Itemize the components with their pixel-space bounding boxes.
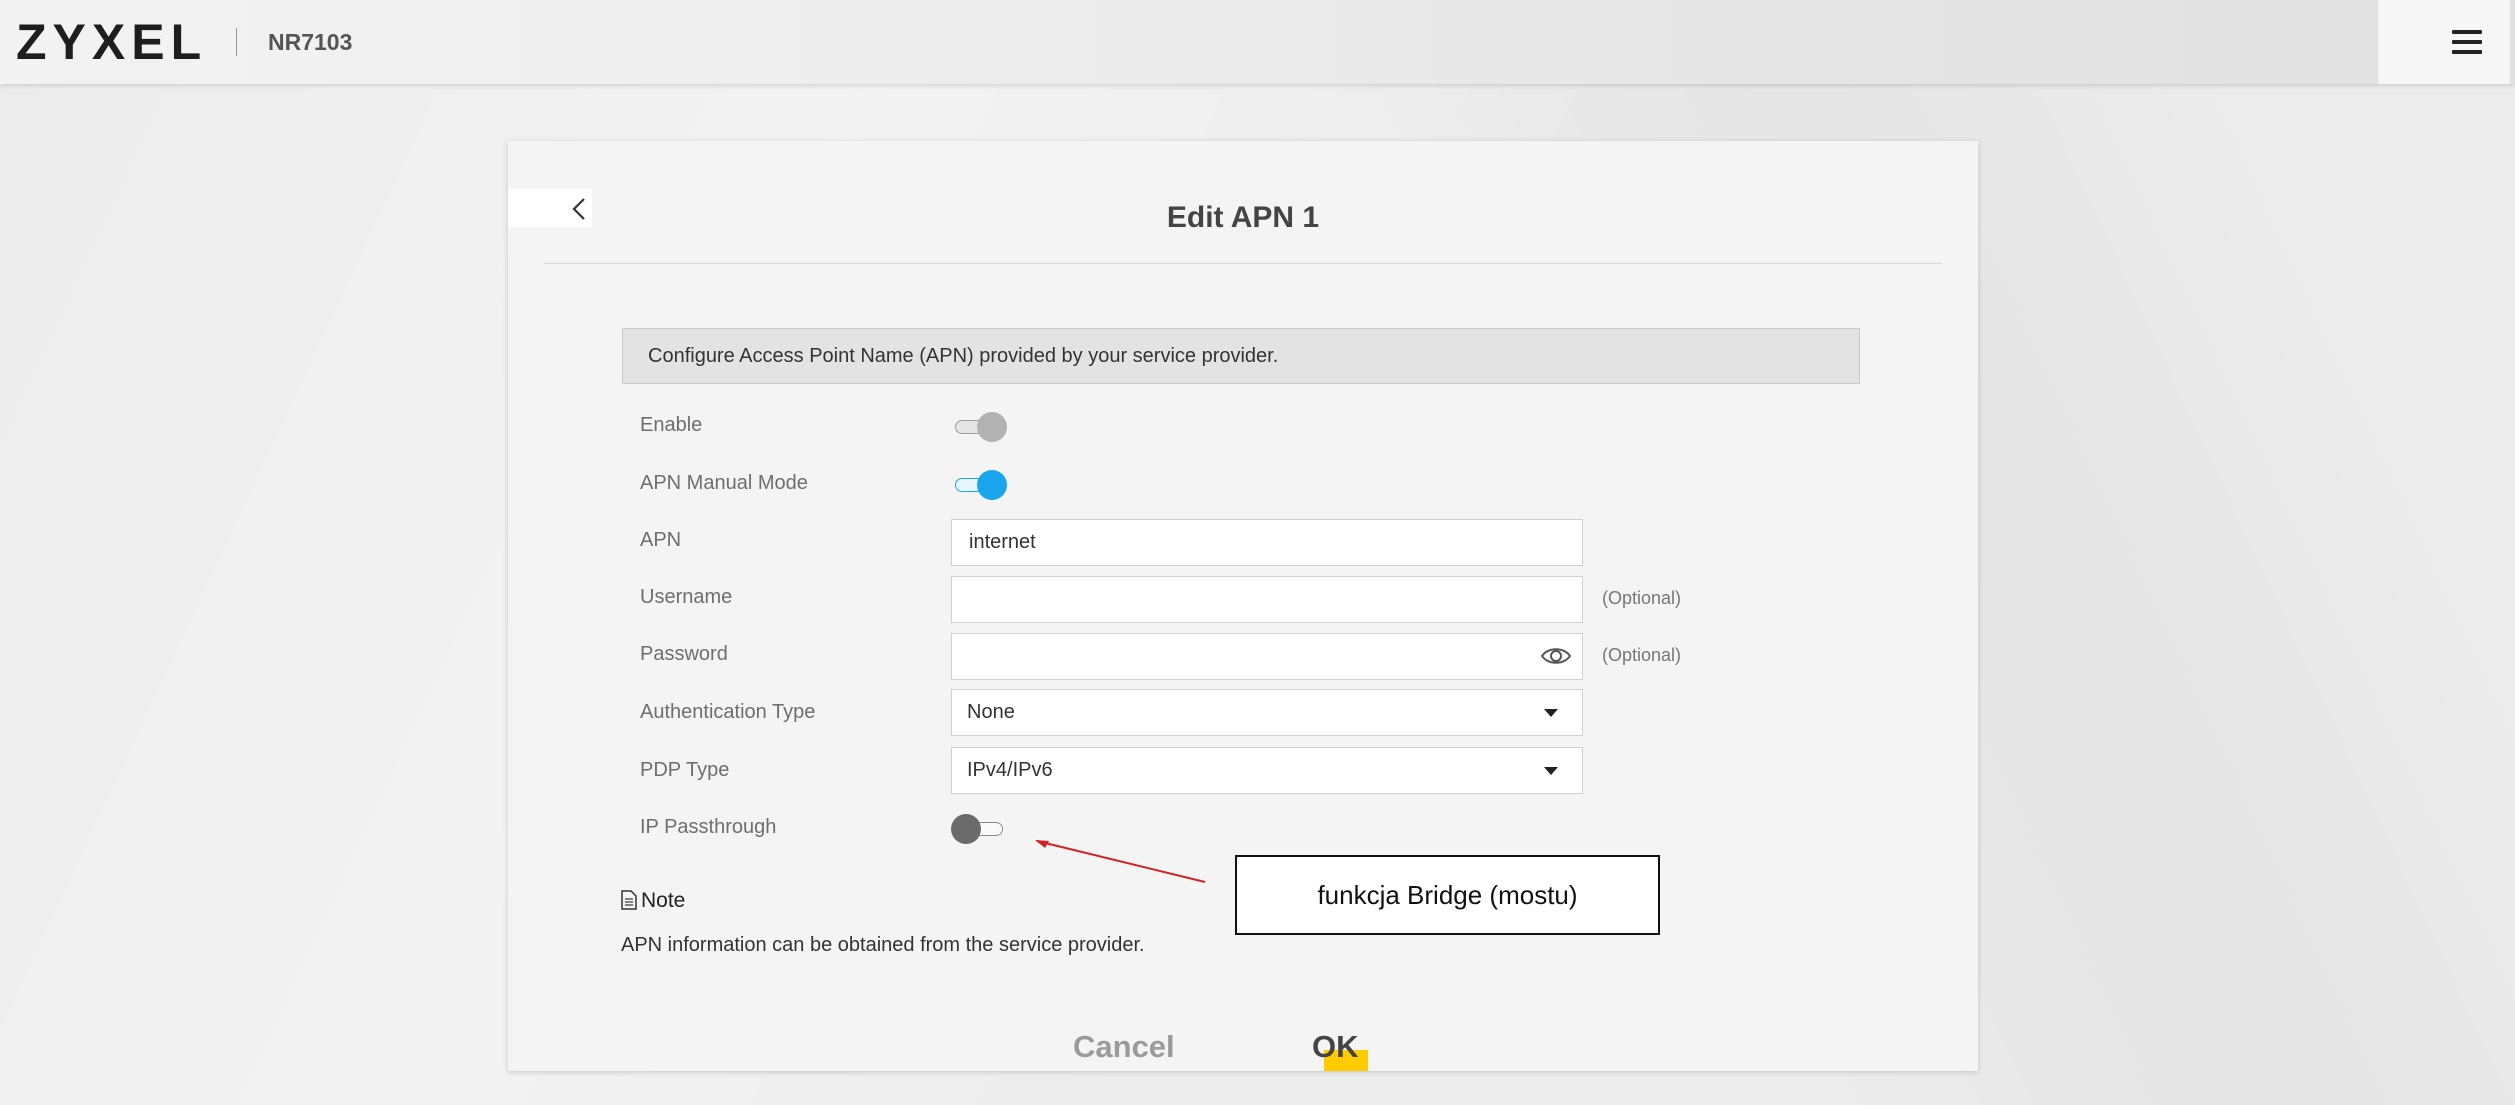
password-input[interactable] — [951, 633, 1583, 680]
username-optional-hint: (Optional) — [1602, 588, 1682, 608]
apn-input[interactable] — [951, 519, 1583, 566]
password-input-value[interactable] — [967, 644, 1531, 669]
password-optional-hint: (Optional) — [1602, 645, 1682, 665]
model-name: NR7103 — [268, 29, 353, 55]
brand-logo: ZYXEL — [16, 14, 208, 70]
title-divider — [544, 263, 1942, 264]
dropdown-caret-icon — [1544, 709, 1558, 717]
username-label: Username — [640, 586, 733, 608]
cancel-button[interactable]: Cancel — [1073, 1029, 1187, 1071]
apn-input-value[interactable] — [967, 530, 1531, 555]
pdp-type-select[interactable]: IPv4/IPv6 — [951, 747, 1583, 794]
red-arrow-annotation — [1035, 840, 1206, 883]
ip-passthrough-toggle[interactable] — [951, 812, 1005, 846]
dropdown-caret-icon — [1544, 767, 1558, 775]
password-label: Password — [640, 643, 728, 665]
pdp-type-label: PDP Type — [640, 759, 730, 781]
ip-passthrough-label: IP Passthrough — [640, 816, 777, 838]
top-header: ZYXEL NR7103 — [0, 0, 2515, 84]
auth-type-value: None — [967, 701, 1015, 723]
apn-manual-mode-label: APN Manual Mode — [640, 472, 808, 494]
eye-icon[interactable] — [1540, 644, 1572, 668]
auth-type-label: Authentication Type — [640, 701, 816, 723]
note-title: Note — [641, 889, 686, 912]
username-input-value[interactable] — [967, 587, 1531, 612]
page-title: Edit APN 1 — [1166, 201, 1320, 234]
ok-button[interactable]: OK — [1312, 1029, 1359, 1071]
auth-type-select[interactable]: None — [951, 689, 1583, 736]
document-icon — [621, 890, 637, 910]
apn-manual-mode-toggle[interactable] — [953, 468, 1007, 502]
apn-label: APN — [640, 529, 682, 551]
header-divider — [236, 28, 237, 56]
pdp-type-value: IPv4/IPv6 — [967, 759, 1053, 781]
bridge-callout-box: funkcja Bridge (mostu) — [1235, 855, 1660, 935]
menu-area — [2378, 0, 2510, 84]
enable-toggle[interactable] — [953, 410, 1007, 444]
username-input[interactable] — [951, 576, 1583, 623]
enable-label: Enable — [640, 414, 703, 436]
note-heading: Note — [621, 889, 685, 913]
info-banner: Configure Access Point Name (APN) provid… — [622, 328, 1860, 384]
hamburger-menu-icon[interactable] — [2452, 30, 2482, 54]
note-text: APN information can be obtained from the… — [621, 934, 1145, 956]
